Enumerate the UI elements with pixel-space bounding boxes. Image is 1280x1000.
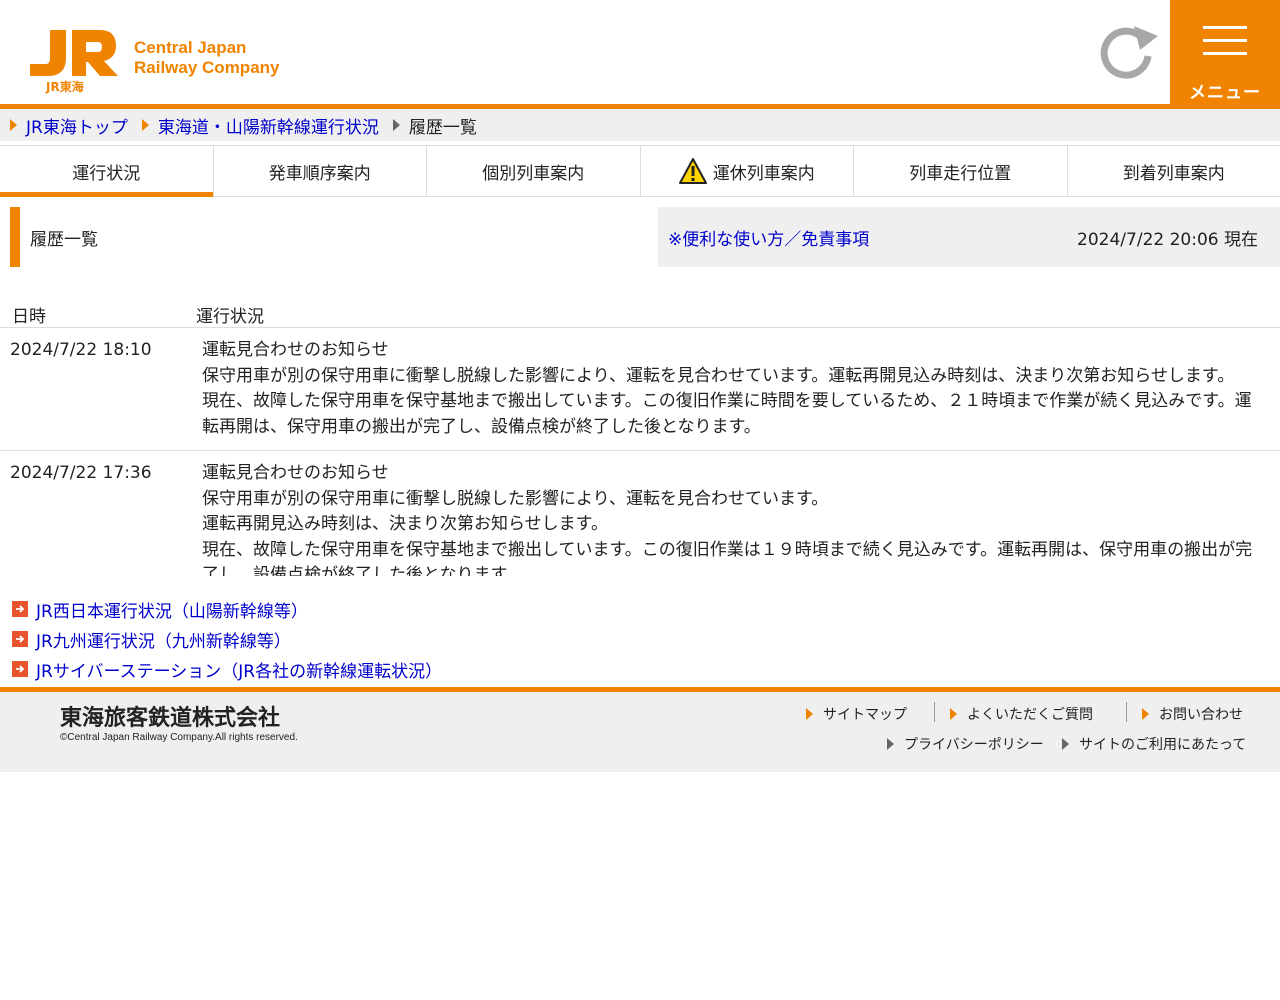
current-timestamp: 2024/7/22 20:06 現在 [1077,230,1258,250]
tab-label: 到着列車案内 [1122,163,1225,184]
external-link-label: JR西日本運行状況（山陽新幹線等） [36,601,308,622]
hamburger-icon-bar [1203,39,1247,42]
title-accent-bar [10,207,20,267]
arrow-right-icon [950,708,957,720]
table-row: 2024/7/22 18:10 運転見合わせのお知らせ 保守用車が別の保守用車に… [0,328,1280,451]
menu-label: メニュー [1189,83,1261,103]
status-line: 運転見合わせのお知らせ [202,340,389,360]
footer-link-faq[interactable]: よくいただくご質問 [950,704,1093,724]
status-line: 保守用車が別の保守用車に衝撃し脱線した影響により、運転を見合わせています。 [202,488,829,509]
table-row: 2024/7/22 17:36 運転見合わせのお知らせ 保守用車が別の保守用車に… [0,451,1280,576]
breadcrumb-link[interactable]: 東海道・山陽新幹線運行状況 [158,113,379,138]
history-list[interactable]: 2024/7/22 18:10 運転見合わせのお知らせ 保守用車が別の保守用車に… [0,328,1280,576]
footer-link-label: よくいただくご質問 [967,707,1093,723]
footer-link-label: プライバシーポリシー [904,737,1044,753]
footer-link-privacy[interactable]: プライバシーポリシー [887,734,1044,754]
tab-label: 発車順序案内 [268,163,371,184]
footer-separator [934,702,935,722]
copyright: ©Central Japan Railway Company.All right… [60,732,298,743]
tab-cancelled-trains[interactable]: 運休列車案内 [641,146,854,196]
tab-individual-train[interactable]: 個別列車案内 [427,146,641,196]
usage-disclaimer-link[interactable]: ※便利な使い方／免責事項 [668,225,869,250]
breadcrumb-item-top[interactable]: JR東海トップ [10,113,128,138]
arrow-right-icon [392,119,400,131]
breadcrumb-item-status[interactable]: 東海道・山陽新幹線運行状況 [141,113,379,138]
logo-text-line2: Railway Company [134,58,280,77]
row-status-text: 運転見合わせのお知らせ 保守用車が別の保守用車に衝撃し脱線した影響により、運転を… [202,461,1264,576]
row-status-text: 運転見合わせのお知らせ 保守用車が別の保守用車に衝撃し脱線した影響により、運転を… [202,338,1264,440]
logo-text-line1: Central Japan [134,38,247,57]
footer-link-label: お問い合わせ [1159,707,1243,723]
footer-separator [1126,702,1127,722]
status-line: 保守用車が別の保守用車に衝撃し脱線した影響により、運転を見合わせています。運転再… [202,365,1235,386]
arrow-right-icon [1142,708,1149,720]
hamburger-icon-bar [1203,52,1247,55]
status-line: 現在、故障した保守用車を保守基地まで搬出しています。この復旧作業は１９時頃まで続… [202,539,1253,577]
tab-operation-status[interactable]: 運行状況 [0,146,214,197]
tab-train-position[interactable]: 列車走行位置 [854,146,1068,196]
info-box: ※便利な使い方／免責事項 2024/7/22 20:06 現在 [658,207,1280,267]
site-footer: 東海旅客鉄道株式会社 ©Central Japan Railway Compan… [0,692,1280,772]
site-header: JR東海 Central Japan Railway Company メニュー [0,0,1280,104]
jr-central-logo[interactable]: JR東海 [28,28,120,96]
page-title-block: 履歴一覧 [10,207,650,267]
column-header-date: 日時 [12,307,46,327]
tab-departure-order[interactable]: 発車順序案内 [214,146,427,196]
footer-company-name: 東海旅客鉄道株式会社 [60,706,281,731]
footer-link-label: サイトのご利用にあたって [1079,737,1247,753]
row-date: 2024/7/22 17:36 [10,463,152,483]
tab-label: 列車走行位置 [909,163,1012,184]
status-line: 運転見合わせのお知らせ [202,463,389,483]
tab-bar: 運行状況 発車順序案内 個別列車案内 運休列車案内 列車走行位置 到着列車案内 [0,145,1280,197]
external-links: JR西日本運行状況（山陽新幹線等） JR九州運行状況（九州新幹線等） JRサイバ… [12,594,442,684]
arrow-right-icon [806,708,813,720]
menu-button[interactable]: メニュー [1170,0,1280,104]
tab-arrival-info[interactable]: 到着列車案内 [1068,146,1280,196]
arrow-right-icon [887,738,894,750]
tab-label: 個別列車案内 [482,163,585,184]
external-link-label: JR九州運行状況（九州新幹線等） [36,631,291,652]
breadcrumb: JR東海トップ 東海道・山陽新幹線運行状況 履歴一覧 [0,109,1280,141]
breadcrumb-current: 履歴一覧 [408,117,477,138]
company-name-en: Central Japan Railway Company [134,38,280,78]
footer-link-sitemap[interactable]: サイトマップ [806,704,907,724]
link-jr-kyushu-status[interactable]: JR九州運行状況（九州新幹線等） [12,624,442,654]
warning-icon [678,158,707,184]
history-table-header: 日時 運行状況 [0,300,1280,328]
external-arrow-icon [12,601,28,617]
link-jr-west-status[interactable]: JR西日本運行状況（山陽新幹線等） [12,594,442,624]
hamburger-icon-bar [1203,26,1247,29]
footer-link-contact[interactable]: お問い合わせ [1142,704,1243,724]
status-line: 現在、故障した保守用車を保守基地まで搬出しています。この復旧作業に時間を要してい… [202,391,1252,437]
arrow-right-icon [10,119,17,131]
external-link-label: JRサイバーステーション（JR各社の新幹線運転状況） [36,661,443,682]
breadcrumb-link[interactable]: JR東海トップ [26,113,128,138]
footer-link-label: サイトマップ [823,707,907,723]
breadcrumb-item-current: 履歴一覧 [392,113,477,138]
reload-icon[interactable] [1096,22,1162,82]
page-title: 履歴一覧 [30,230,98,250]
arrow-right-icon [141,119,149,131]
tab-label: 運行状況 [72,163,141,184]
external-arrow-icon [12,661,28,677]
arrow-right-icon [1062,738,1069,750]
column-header-status: 運行状況 [196,307,264,327]
row-date: 2024/7/22 18:10 [10,340,152,360]
tab-label: 運休列車案内 [712,163,815,184]
link-jr-cyber-station[interactable]: JRサイバーステーション（JR各社の新幹線運転状況） [12,654,442,684]
svg-text:JR東海: JR東海 [45,79,84,94]
external-arrow-icon [12,631,28,647]
status-line: 運転再開見込み時刻は、決まり次第お知らせします。 [202,514,608,534]
footer-link-terms[interactable]: サイトのご利用にあたって [1062,734,1246,754]
